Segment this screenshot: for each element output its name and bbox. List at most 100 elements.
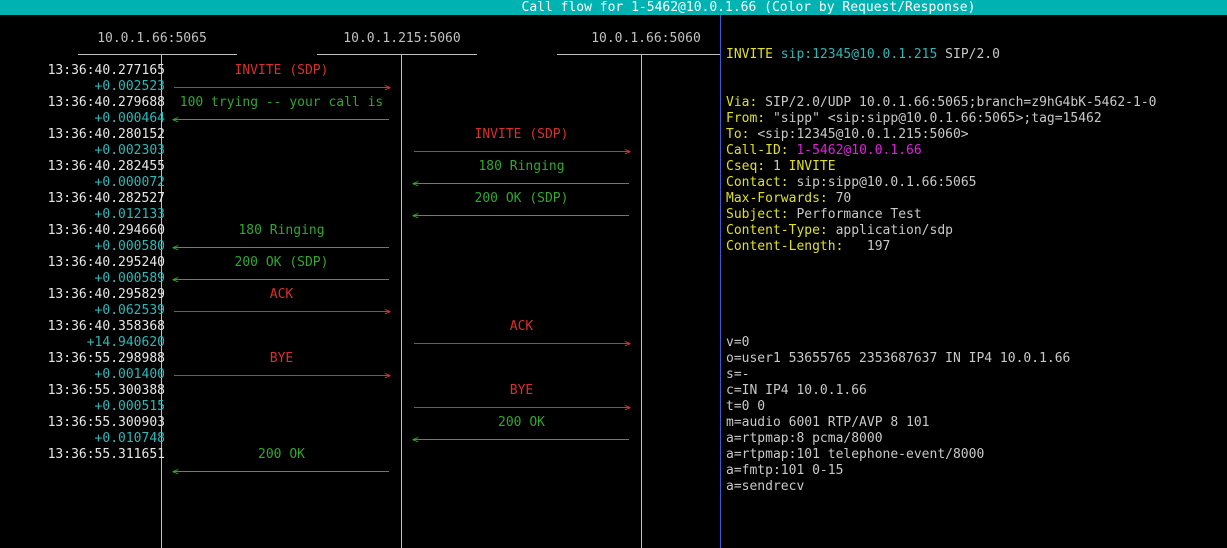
flow-message-label[interactable]: 200 OK (SDP) [174, 255, 389, 271]
sdp-line: a=rtpmap:101 telephone-event/8000 [726, 447, 985, 462]
arrow-right[interactable]: > [174, 369, 391, 382]
column-underline-1 [78, 54, 237, 55]
arrow-left[interactable]: < [172, 465, 389, 478]
flow-timestamp: 13:36:55.311651 [47, 447, 165, 462]
sdp-line: s=- [726, 367, 750, 382]
flow-message-label[interactable]: 200 OK [414, 415, 629, 431]
flow-delta: +0.000072 [94, 175, 165, 190]
arrow-left[interactable]: < [172, 113, 389, 126]
arrow-shaft [174, 247, 389, 248]
sdp-line: c=IN IP4 10.0.1.66 [726, 383, 867, 398]
flow-message-label[interactable]: 100 trying -- your call is [174, 95, 389, 111]
header-value: 1-5462@10.0.1.66 [796, 143, 922, 158]
flow-timestamp: 13:36:40.282455 [47, 159, 165, 174]
header-name: Call-ID: [726, 143, 789, 158]
flow-message-label[interactable]: 180 Ringing [414, 159, 629, 175]
sdp-line: m=audio 6001 RTP/AVP 8 101 [726, 415, 930, 430]
window-title: Call flow for 1-5462@10.0.1.66 (Color by… [521, 0, 976, 15]
flow-timestamp: 13:36:40.358368 [47, 319, 165, 334]
header-line: Contact: sip:sipp@10.0.1.66:5065 [726, 175, 1156, 191]
sdp-line: o=user1 53655765 2353687637 IN IP4 10.0.… [726, 351, 1071, 366]
arrowhead-right-icon: > [384, 369, 391, 382]
arrow-shaft [414, 183, 629, 184]
arrow-left[interactable]: < [412, 209, 629, 222]
header-value: 70 [835, 191, 852, 206]
flow-message-label[interactable]: 180 Ringing [174, 223, 389, 239]
flow-timestamp: 13:36:40.277165 [47, 63, 165, 78]
message-headers: Via: SIP/2.0/UDP 10.0.1.66:5065;branch=z… [726, 95, 1156, 255]
flow-timestamp: 13:36:40.295829 [47, 287, 165, 302]
sdp-line: a=sendrecv [726, 479, 805, 494]
arrowhead-right-icon: > [624, 337, 631, 350]
header-name: Via: [726, 95, 758, 110]
header-name: From: [726, 111, 766, 126]
arrow-right[interactable]: > [414, 402, 631, 413]
arrow-left[interactable]: < [412, 433, 629, 446]
arrow-left[interactable]: < [172, 242, 389, 253]
sdp-line: a=rtpmap:8 pcma/8000 [726, 431, 883, 446]
flow-delta: +0.010748 [94, 431, 165, 446]
flow-timestamp: 13:36:40.279688 [47, 95, 165, 110]
header-name: To: [726, 127, 750, 142]
header-line: Content-Length: 197 [726, 239, 1156, 255]
flow-timestamp: 13:36:55.300903 [47, 415, 165, 430]
column-header-2: 10.0.1.215:5060 [343, 31, 461, 46]
arrowhead-left-icon: < [172, 465, 179, 478]
flow-message-label[interactable]: 200 OK (SDP) [414, 191, 629, 207]
flow-delta: +0.062539 [94, 303, 165, 318]
arrow-right[interactable]: > [414, 337, 631, 350]
arrow-right[interactable]: > [414, 145, 631, 158]
flow-delta: +0.002523 [94, 79, 165, 94]
arrow-shaft [174, 375, 389, 376]
arrowhead-left-icon: < [412, 177, 419, 190]
header-value: application/sdp [835, 223, 953, 238]
arrowhead-right-icon: > [624, 145, 631, 158]
flow-delta: +0.000515 [94, 399, 165, 414]
arrowhead-right-icon: > [384, 81, 391, 94]
header-value: 197 [851, 239, 891, 254]
request-version: SIP/2.0 [945, 47, 1000, 62]
arrow-shaft [174, 471, 389, 472]
arrow-shaft [414, 215, 629, 216]
arrow-right[interactable]: > [174, 305, 391, 318]
header-line: Via: SIP/2.0/UDP 10.0.1.66:5065;branch=z… [726, 95, 1156, 111]
flow-timestamp: 13:36:55.300388 [47, 383, 165, 398]
flow-message-label[interactable]: 200 OK [174, 447, 389, 463]
flow-message-label[interactable]: ACK [414, 319, 629, 335]
flow-timestamp: 13:36:40.280152 [47, 127, 165, 142]
arrow-left[interactable]: < [412, 177, 629, 190]
panel-separator [720, 15, 721, 548]
header-line: Call-ID: 1-5462@10.0.1.66 [726, 143, 1156, 159]
header-value: Performance Test [796, 207, 922, 222]
header-name: Subject: [726, 207, 789, 222]
arrow-right[interactable]: > [174, 81, 391, 94]
flow-delta: +0.001400 [94, 367, 165, 382]
sdp-line: v=0 [726, 335, 750, 350]
flow-delta: +0.000589 [94, 271, 165, 286]
request-uri: sip:12345@10.0.1.215 [780, 47, 938, 62]
arrow-left[interactable]: < [172, 274, 389, 285]
arrowhead-right-icon: > [384, 305, 391, 318]
arrow-shaft [414, 439, 629, 440]
arrowhead-left-icon: < [412, 209, 419, 222]
lifeline-2 [401, 55, 402, 548]
flow-message-label[interactable]: INVITE (SDP) [174, 63, 389, 79]
sdp-line: a=fmtp:101 0-15 [726, 463, 844, 478]
flow-delta: +0.000464 [94, 111, 165, 126]
arrow-shaft [174, 279, 389, 280]
arrowhead-left-icon: < [172, 113, 179, 126]
arrow-shaft [414, 343, 629, 344]
header-value: 1 [772, 159, 781, 174]
flow-message-label[interactable]: INVITE (SDP) [414, 127, 629, 143]
flow-message-label[interactable]: BYE [174, 351, 389, 367]
column-underline-2 [317, 54, 477, 55]
flow-delta: +0.000580 [94, 239, 165, 254]
header-name: Cseq: [726, 159, 766, 174]
arrowhead-left-icon: < [412, 433, 419, 446]
message-detail-panel: INVITE sip:12345@10.0.1.215 SIP/2.0 Via:… [726, 15, 1156, 511]
arrow-shaft [174, 311, 389, 312]
flow-message-label[interactable]: BYE [414, 383, 629, 399]
arrow-shaft [414, 407, 629, 408]
flow-message-label[interactable]: ACK [174, 287, 389, 303]
header-name: Content-Length: [726, 239, 844, 254]
